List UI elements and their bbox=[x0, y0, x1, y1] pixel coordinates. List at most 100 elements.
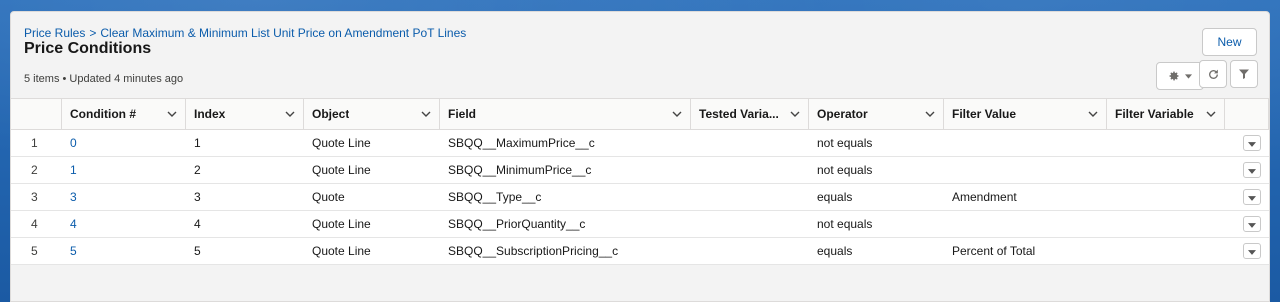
index-cell: 5 bbox=[186, 237, 304, 265]
column-header-condition[interactable]: Condition # bbox=[62, 98, 186, 130]
field-cell: SBQQ__MinimumPrice__c bbox=[440, 156, 691, 184]
condition-link[interactable]: 4 bbox=[62, 210, 186, 238]
table-row: 4 4 4 Quote Line SBQQ__PriorQuantity__c … bbox=[11, 210, 1269, 238]
field-cell: SBQQ__PriorQuantity__c bbox=[440, 210, 691, 238]
filter-value-cell bbox=[944, 129, 1107, 157]
table-row: 3 3 3 Quote SBQQ__Type__c equals Amendme… bbox=[11, 183, 1269, 211]
column-header-filter-variable[interactable]: Filter Variable bbox=[1107, 98, 1225, 130]
field-cell: SBQQ__MaximumPrice__c bbox=[440, 129, 691, 157]
chevron-down-icon bbox=[1248, 244, 1256, 258]
row-action-menu-button[interactable] bbox=[1243, 243, 1261, 259]
breadcrumb-current-rule-link[interactable]: Clear Maximum & Minimum List Unit Price … bbox=[100, 26, 466, 40]
row-number: 1 bbox=[11, 129, 62, 157]
gear-icon bbox=[1168, 70, 1180, 82]
row-action-cell bbox=[1225, 129, 1269, 157]
chevron-down-icon[interactable] bbox=[285, 111, 295, 117]
chevron-down-icon[interactable] bbox=[790, 111, 800, 117]
row-action-cell bbox=[1225, 237, 1269, 265]
related-list-card: Price Rules > Clear Maximum & Minimum List… bbox=[10, 11, 1270, 302]
row-number-header bbox=[11, 98, 62, 130]
operator-cell: not equals bbox=[809, 210, 944, 238]
row-action-menu-button[interactable] bbox=[1243, 189, 1261, 205]
operator-cell: not equals bbox=[809, 156, 944, 184]
table-row: 1 0 1 Quote Line SBQQ__MaximumPrice__c n… bbox=[11, 129, 1269, 157]
table-row: 2 1 2 Quote Line SBQQ__MinimumPrice__c n… bbox=[11, 156, 1269, 184]
row-actions-header bbox=[1225, 98, 1269, 130]
tested-variable-cell bbox=[691, 129, 809, 157]
list-settings-button[interactable] bbox=[1156, 62, 1204, 90]
chevron-down-icon[interactable] bbox=[421, 111, 431, 117]
chevron-down-icon bbox=[1248, 190, 1256, 204]
index-cell: 3 bbox=[186, 183, 304, 211]
chevron-down-icon[interactable] bbox=[672, 111, 682, 117]
field-cell: SBQQ__SubscriptionPricing__c bbox=[440, 237, 691, 265]
column-header-tested-variable[interactable]: Tested Varia... bbox=[691, 98, 809, 130]
object-cell: Quote Line bbox=[304, 129, 440, 157]
table-row: 5 5 5 Quote Line SBQQ__SubscriptionPrici… bbox=[11, 237, 1269, 265]
row-action-menu-button[interactable] bbox=[1243, 135, 1261, 151]
condition-link[interactable]: 1 bbox=[62, 156, 186, 184]
row-action-cell bbox=[1225, 183, 1269, 211]
operator-cell: equals bbox=[809, 237, 944, 265]
row-number: 4 bbox=[11, 210, 62, 238]
field-cell: SBQQ__Type__c bbox=[440, 183, 691, 211]
index-cell: 2 bbox=[186, 156, 304, 184]
breadcrumb-price-rules-link[interactable]: Price Rules bbox=[24, 26, 85, 40]
object-cell: Quote Line bbox=[304, 237, 440, 265]
index-cell: 1 bbox=[186, 129, 304, 157]
chevron-down-icon bbox=[1248, 217, 1256, 231]
object-cell: Quote bbox=[304, 183, 440, 211]
refresh-button[interactable] bbox=[1199, 60, 1227, 88]
page-title: Price Conditions bbox=[24, 40, 152, 57]
refresh-icon bbox=[1207, 68, 1220, 81]
chevron-down-icon bbox=[1248, 136, 1256, 150]
price-conditions-table: Condition # Index Object Field Tested Va… bbox=[11, 98, 1269, 265]
tested-variable-cell bbox=[691, 156, 809, 184]
filter-value-cell: Amendment bbox=[944, 183, 1107, 211]
breadcrumb-separator: > bbox=[89, 26, 97, 40]
filter-value-cell bbox=[944, 156, 1107, 184]
row-number: 5 bbox=[11, 237, 62, 265]
operator-cell: not equals bbox=[809, 129, 944, 157]
column-header-filter-value[interactable]: Filter Value bbox=[944, 98, 1107, 130]
column-header-object[interactable]: Object bbox=[304, 98, 440, 130]
row-number: 3 bbox=[11, 183, 62, 211]
filter-variable-cell bbox=[1107, 156, 1225, 184]
operator-cell: equals bbox=[809, 183, 944, 211]
new-button-label: New bbox=[1217, 35, 1242, 49]
breadcrumb: Price Rules > Clear Maximum & Minimum List… bbox=[24, 26, 466, 40]
list-header: Price Rules > Clear Maximum & Minimum List… bbox=[11, 12, 1269, 98]
row-action-cell bbox=[1225, 210, 1269, 238]
chevron-down-icon[interactable] bbox=[925, 111, 935, 117]
column-header-field[interactable]: Field bbox=[440, 98, 691, 130]
condition-link[interactable]: 0 bbox=[62, 129, 186, 157]
tested-variable-cell bbox=[691, 210, 809, 238]
filter-button[interactable] bbox=[1230, 60, 1258, 88]
filter-variable-cell bbox=[1107, 237, 1225, 265]
tested-variable-cell bbox=[691, 183, 809, 211]
chevron-down-icon[interactable] bbox=[167, 111, 177, 117]
filter-value-cell bbox=[944, 210, 1107, 238]
filter-variable-cell bbox=[1107, 183, 1225, 211]
list-status-text: 5 items • Updated 4 minutes ago bbox=[24, 73, 184, 85]
row-action-menu-button[interactable] bbox=[1243, 162, 1261, 178]
column-header-index[interactable]: Index bbox=[186, 98, 304, 130]
row-number: 2 bbox=[11, 156, 62, 184]
index-cell: 4 bbox=[186, 210, 304, 238]
condition-link[interactable]: 3 bbox=[62, 183, 186, 211]
filter-value-cell: Percent of Total bbox=[944, 237, 1107, 265]
object-cell: Quote Line bbox=[304, 210, 440, 238]
table-header-row: Condition # Index Object Field Tested Va… bbox=[11, 98, 1269, 130]
new-button[interactable]: New bbox=[1202, 28, 1257, 56]
column-header-operator[interactable]: Operator bbox=[809, 98, 944, 130]
row-action-cell bbox=[1225, 156, 1269, 184]
filter-variable-cell bbox=[1107, 210, 1225, 238]
chevron-down-icon[interactable] bbox=[1206, 111, 1216, 117]
row-action-menu-button[interactable] bbox=[1243, 216, 1261, 232]
filter-variable-cell bbox=[1107, 129, 1225, 157]
tested-variable-cell bbox=[691, 237, 809, 265]
chevron-down-icon bbox=[1185, 73, 1192, 79]
condition-link[interactable]: 5 bbox=[62, 237, 186, 265]
object-cell: Quote Line bbox=[304, 156, 440, 184]
chevron-down-icon[interactable] bbox=[1088, 111, 1098, 117]
